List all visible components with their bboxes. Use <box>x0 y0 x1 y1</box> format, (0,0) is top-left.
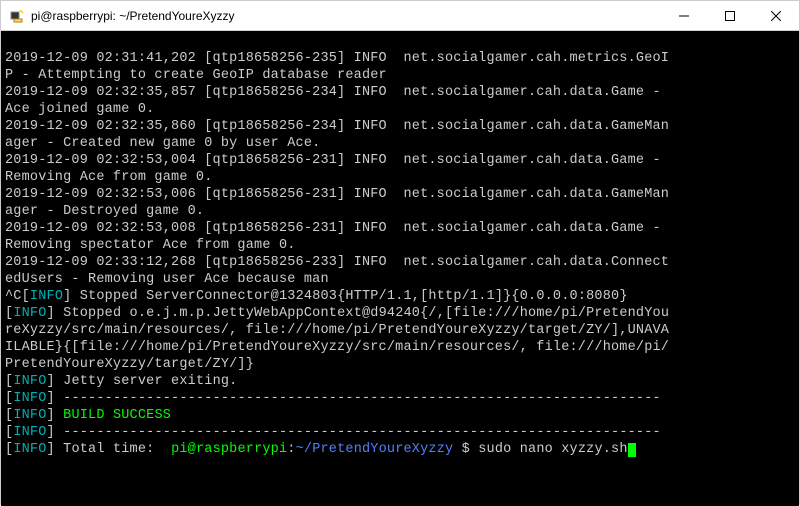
info-tag: INFO <box>13 408 46 423</box>
info-tag: INFO <box>13 306 46 321</box>
minimize-button[interactable] <box>661 1 707 30</box>
terminal-output[interactable]: 2019-12-09 02:31:41,202 [qtp18658256-235… <box>1 31 799 506</box>
log-line: 2019-12-09 02:32:53,008 [qtp18658256-231… <box>5 221 669 236</box>
close-button[interactable] <box>753 1 799 30</box>
build-success: BUILD SUCCESS <box>55 408 171 423</box>
log-line: Ace joined game 0. <box>5 102 154 117</box>
log-line: PretendYoureXyzzy/target/ZY/]} <box>5 357 254 372</box>
build-success-line: [INFO] BUILD SUCCESS <box>5 408 171 423</box>
info-tag: INFO <box>30 289 63 304</box>
log-line: [INFO] Stopped o.e.j.m.p.JettyWebAppCont… <box>5 306 669 321</box>
info-tag: INFO <box>13 442 46 457</box>
prompt-line: [INFO] Total time: pi@raspberrypi:~/Pret… <box>5 442 636 457</box>
log-line: ILABLE}{[file:///home/pi/PretendYoureXyz… <box>5 340 669 355</box>
log-line: [INFO] ---------------------------------… <box>5 425 661 440</box>
command-input[interactable]: sudo nano xyzzy.sh <box>478 442 627 457</box>
log-line: Removing Ace from game 0. <box>5 170 213 185</box>
log-line: Removing spectator Ace from game 0. <box>5 238 296 253</box>
prompt-user: pi@raspberrypi <box>171 442 287 457</box>
log-line: [INFO] ---------------------------------… <box>5 391 661 406</box>
maximize-button[interactable] <box>707 1 753 30</box>
window-controls <box>661 1 799 30</box>
log-line: ager - Created new game 0 by user Ace. <box>5 136 320 151</box>
log-line: ager - Destroyed game 0. <box>5 204 204 219</box>
log-line: 2019-12-09 02:32:53,004 [qtp18658256-231… <box>5 153 669 168</box>
log-line: reXyzzy/src/main/resources/, file:///hom… <box>5 323 669 338</box>
log-line: 2019-12-09 02:31:41,202 [qtp18658256-235… <box>5 51 669 66</box>
log-line: 2019-12-09 02:33:12,268 [qtp18658256-233… <box>5 255 669 270</box>
info-tag: INFO <box>13 391 46 406</box>
log-line: edUsers - Removing user Ace because man <box>5 272 329 287</box>
log-line: ^C[INFO] Stopped ServerConnector@1324803… <box>5 289 628 304</box>
window-titlebar: pi@raspberrypi: ~/PretendYoureXyzzy <box>1 1 799 31</box>
log-line: 2019-12-09 02:32:35,857 [qtp18658256-234… <box>5 85 669 100</box>
info-tag: INFO <box>13 425 46 440</box>
log-line: 2019-12-09 02:32:35,860 [qtp18658256-234… <box>5 119 669 134</box>
putty-icon <box>9 8 25 24</box>
log-line: [INFO] Jetty server exiting. <box>5 374 237 389</box>
info-tag: INFO <box>13 374 46 389</box>
prompt-path: ~/PretendYoureXyzzy <box>296 442 454 457</box>
log-line: P - Attempting to create GeoIP database … <box>5 68 387 83</box>
log-line: 2019-12-09 02:32:53,006 [qtp18658256-231… <box>5 187 669 202</box>
window-title: pi@raspberrypi: ~/PretendYoureXyzzy <box>31 9 661 23</box>
cursor-icon <box>628 443 636 457</box>
